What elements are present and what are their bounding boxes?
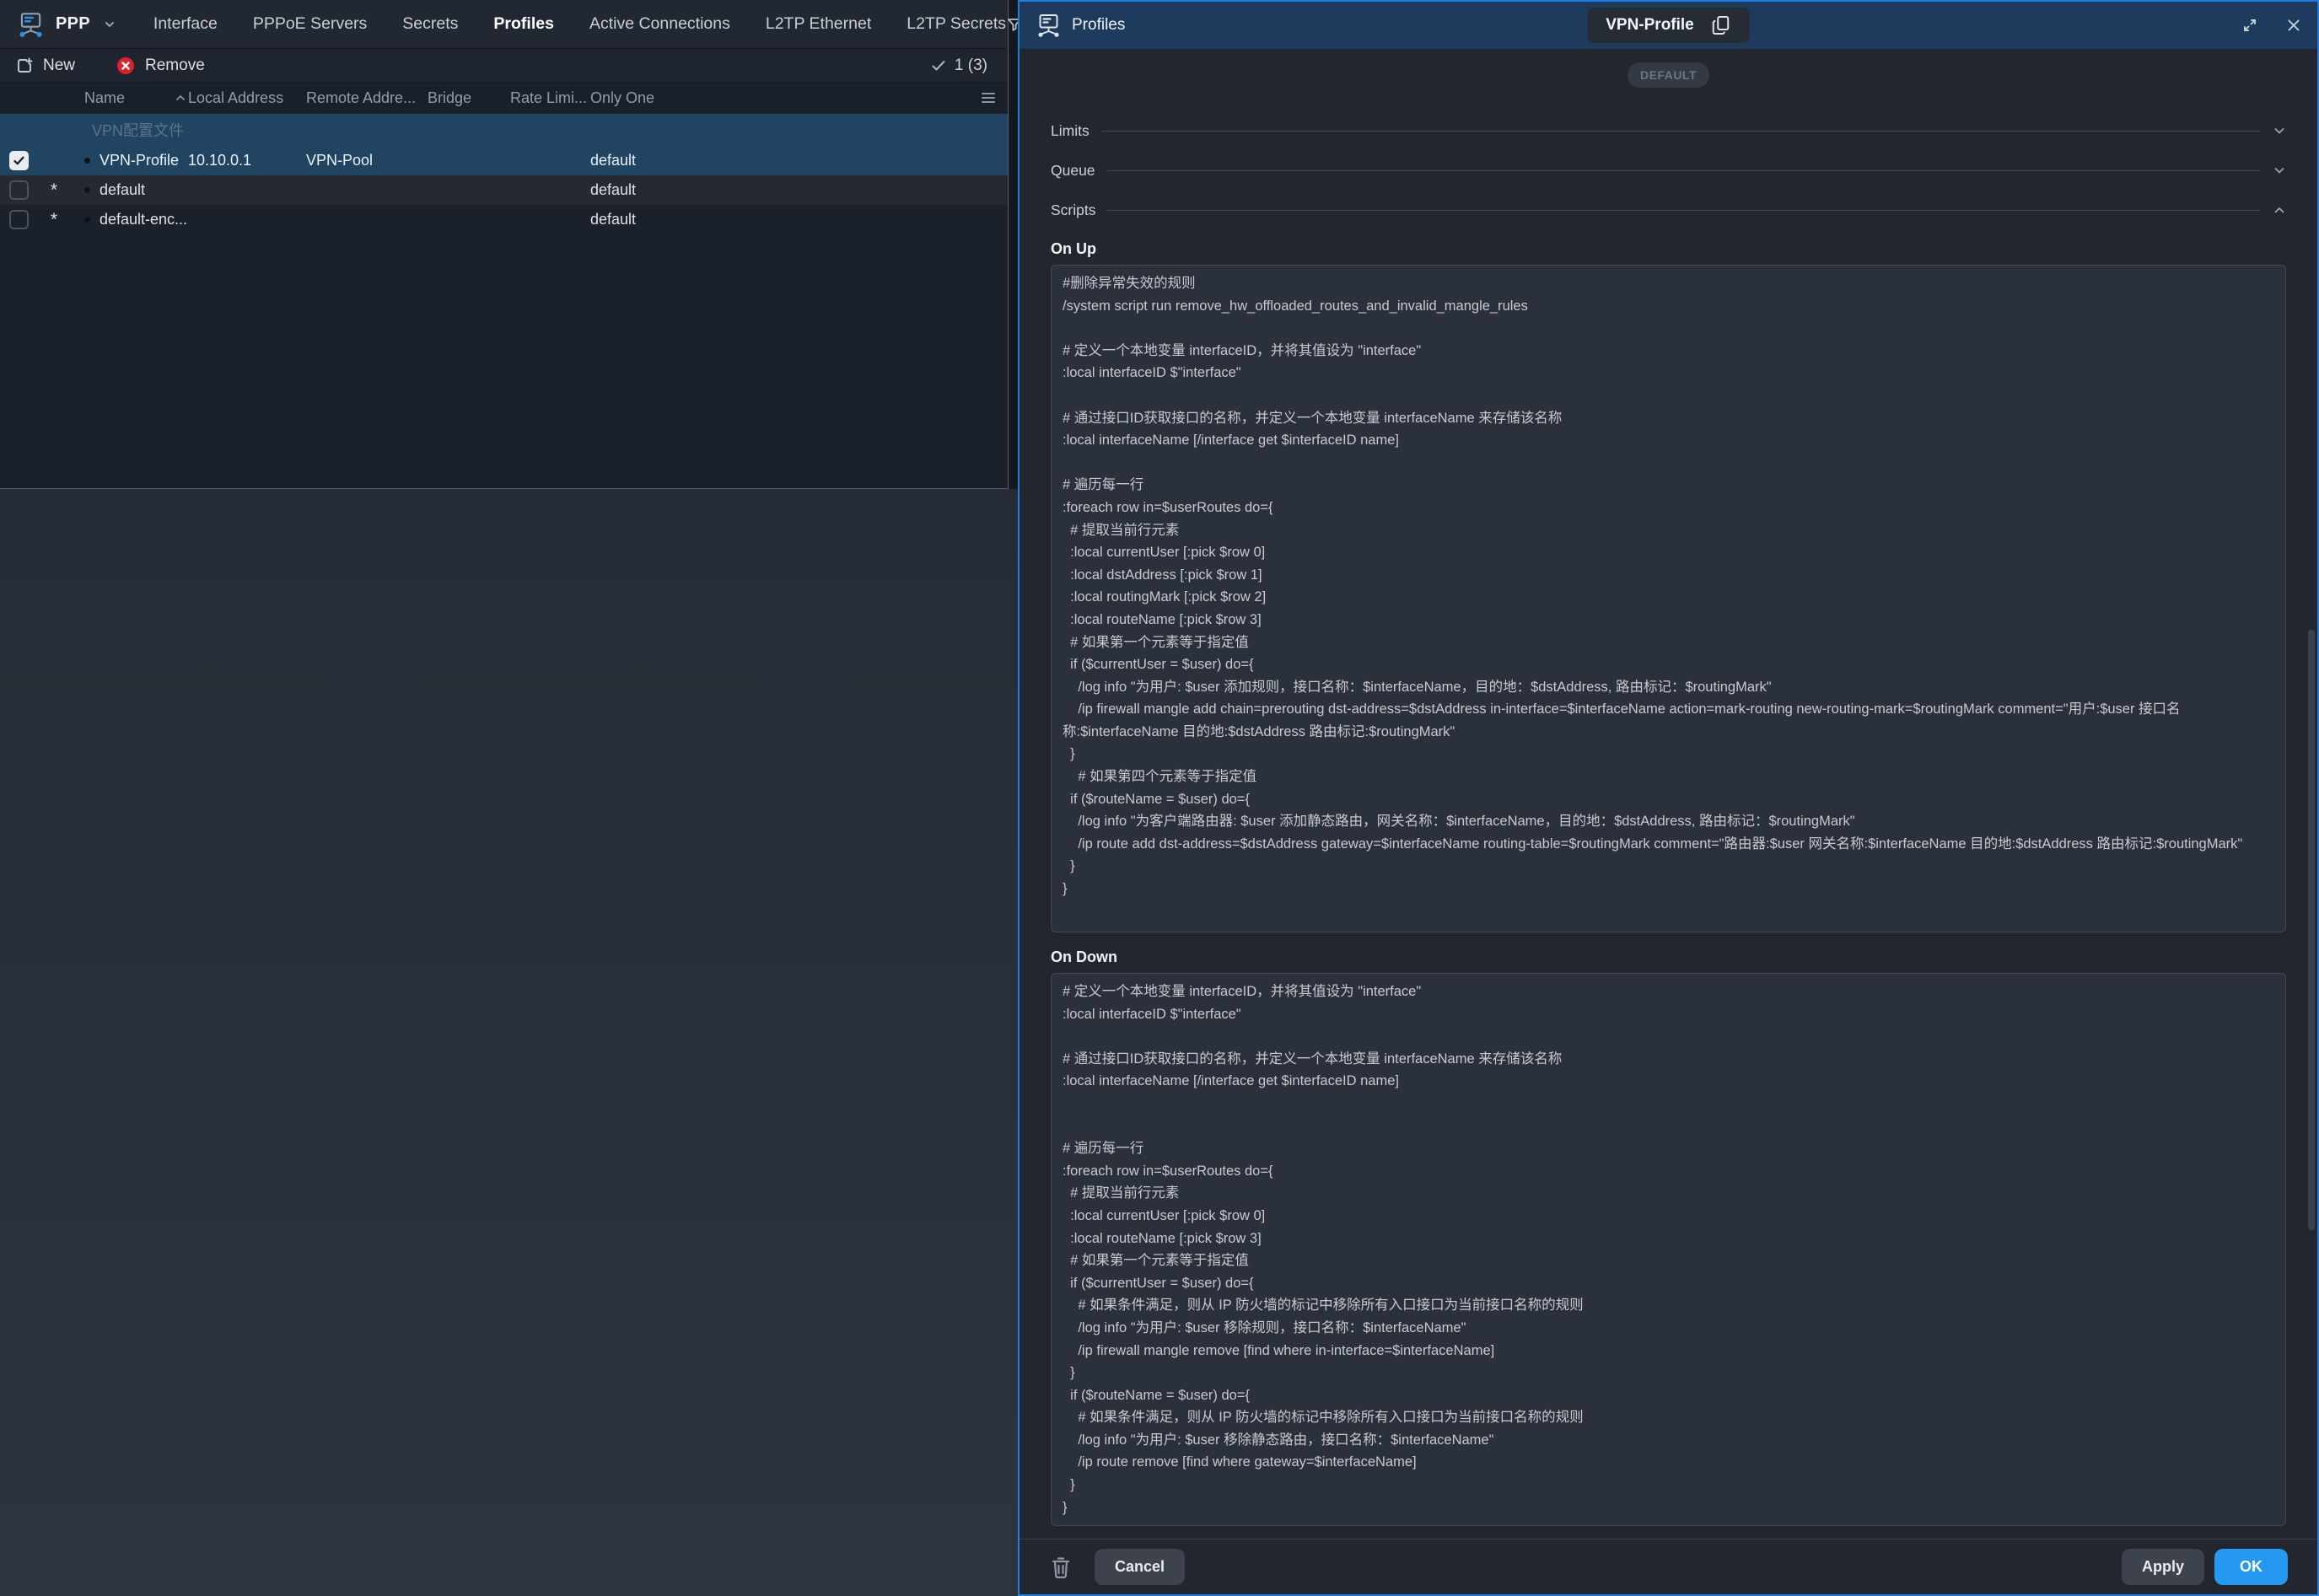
list-toolbar: New Remove 1 (3): [0, 49, 1008, 82]
panel-footer: Cancel Apply OK: [1020, 1539, 2317, 1594]
group-row-label: VPN配置文件: [92, 119, 184, 141]
chevron-up-icon: [2273, 203, 2286, 217]
column-header-only-one[interactable]: Only One: [590, 89, 1008, 107]
section-limits[interactable]: Limits: [1051, 116, 2286, 145]
record-name-box[interactable]: VPN-Profile: [1587, 8, 1750, 43]
profile-detail-panel: Profiles VPN-Profile DEFAULT Limits: [1018, 0, 2319, 1596]
on-down-label: On Down: [1051, 946, 2286, 968]
column-header-bridge[interactable]: Bridge: [428, 89, 510, 107]
table-row[interactable]: * default-enc... default: [0, 205, 1008, 234]
row-only-one: default: [590, 211, 1008, 228]
row-only-one: default: [590, 181, 1008, 199]
panel-body: DEFAULT Limits Queue Scripts On Up #删除异常…: [1020, 49, 2317, 1526]
chevron-down-icon: [2273, 164, 2286, 177]
apply-button[interactable]: Apply: [2122, 1549, 2204, 1585]
row-bullet: [84, 158, 90, 164]
delete-icon[interactable]: [1049, 1555, 1073, 1580]
row-name: default-enc...: [100, 211, 187, 228]
row-default-flag: *: [37, 210, 71, 230]
column-name-label: Name: [84, 89, 125, 107]
column-settings-icon[interactable]: [981, 91, 996, 105]
copy-icon[interactable]: [1711, 14, 1731, 36]
selection-count-label: 1 (3): [955, 56, 987, 75]
default-badge: DEFAULT: [1628, 62, 1709, 88]
row-checkbox-unchecked[interactable]: [9, 210, 29, 229]
section-queue-label: Queue: [1051, 162, 1095, 180]
check-icon[interactable]: [930, 57, 947, 74]
row-checkbox-checked[interactable]: [9, 151, 29, 170]
column-header-remote-address[interactable]: Remote Addre...: [306, 89, 428, 107]
remove-button[interactable]: Remove: [116, 56, 205, 76]
tab-profiles[interactable]: Profiles: [493, 14, 554, 34]
remove-circle-icon: [116, 56, 136, 76]
column-header-name[interactable]: Name: [71, 89, 188, 107]
on-up-script-input[interactable]: #删除异常失效的规则 /system script run remove_hw_…: [1051, 265, 2286, 932]
ppp-menubar: PPP Interface PPPoE Servers Secrets Prof…: [0, 0, 1008, 49]
row-name: default: [100, 181, 145, 199]
tab-secrets[interactable]: Secrets: [402, 14, 458, 34]
sort-ascending-icon: [175, 92, 186, 104]
row-only-one: default: [590, 152, 1008, 169]
table-header: Name Local Address Remote Addre... Bridg…: [0, 82, 1008, 114]
section-divider: [1101, 131, 2260, 132]
new-document-icon: [15, 56, 34, 75]
row-local-address: 10.10.0.1: [188, 152, 306, 169]
ppp-window: PPP Interface PPPoE Servers Secrets Prof…: [0, 0, 1009, 489]
tab-l2tp-secrets[interactable]: L2TP Secrets: [907, 14, 1006, 34]
detach-icon[interactable]: [2241, 17, 2258, 34]
section-limits-label: Limits: [1051, 122, 1090, 140]
panel-title: Profiles: [1072, 16, 1125, 35]
column-header-local-address[interactable]: Local Address: [188, 89, 306, 107]
on-up-label: On Up: [1051, 238, 2286, 260]
section-queue[interactable]: Queue: [1051, 156, 2286, 185]
profiles-monitor-icon: [1035, 12, 1062, 39]
remove-button-label: Remove: [145, 56, 205, 75]
tab-l2tp-ethernet[interactable]: L2TP Ethernet: [766, 14, 871, 34]
tab-pppoe-servers[interactable]: PPPoE Servers: [253, 14, 367, 34]
ok-button[interactable]: OK: [2214, 1549, 2288, 1585]
row-bullet: [84, 187, 90, 193]
desktop-background: [0, 489, 1018, 1596]
chevron-down-icon[interactable]: [103, 18, 116, 31]
row-remote-address: VPN-Pool: [306, 152, 428, 169]
chevron-down-icon: [2273, 124, 2286, 137]
column-header-rate-limit[interactable]: Rate Limi...: [510, 89, 590, 107]
row-checkbox-unchecked[interactable]: [9, 180, 29, 200]
tab-interface[interactable]: Interface: [153, 14, 218, 34]
cancel-button[interactable]: Cancel: [1095, 1549, 1185, 1585]
table-row[interactable]: * default default: [0, 175, 1008, 205]
section-scripts-label: Scripts: [1051, 202, 1095, 219]
ppp-monitor-icon: [16, 10, 45, 39]
close-icon[interactable]: [2285, 17, 2302, 34]
panel-header: Profiles VPN-Profile: [1020, 2, 2317, 49]
section-divider: [1107, 170, 2260, 171]
new-button-label: New: [43, 56, 75, 75]
section-divider: [1107, 210, 2260, 211]
tab-active-connections[interactable]: Active Connections: [589, 14, 730, 34]
window-title: PPP: [56, 14, 90, 34]
table-row[interactable]: VPN-Profile 10.10.0.1 VPN-Pool default: [0, 146, 1008, 175]
tab-bar: Interface PPPoE Servers Secrets Profiles…: [153, 14, 1006, 34]
section-scripts[interactable]: Scripts: [1051, 196, 2286, 224]
row-bullet: [84, 217, 90, 223]
panel-scrollbar-thumb[interactable]: [2308, 630, 2315, 1230]
table-group-row[interactable]: VPN配置文件: [0, 114, 1008, 146]
selection-count: 1 (3): [930, 56, 987, 75]
row-default-flag: *: [37, 180, 71, 201]
new-button[interactable]: New: [15, 56, 75, 75]
on-down-script-input[interactable]: # 定义一个本地变量 interfaceID，并将其值设为 "interface…: [1051, 973, 2286, 1526]
record-name: VPN-Profile: [1606, 16, 1694, 35]
row-name: VPN-Profile: [100, 152, 179, 169]
